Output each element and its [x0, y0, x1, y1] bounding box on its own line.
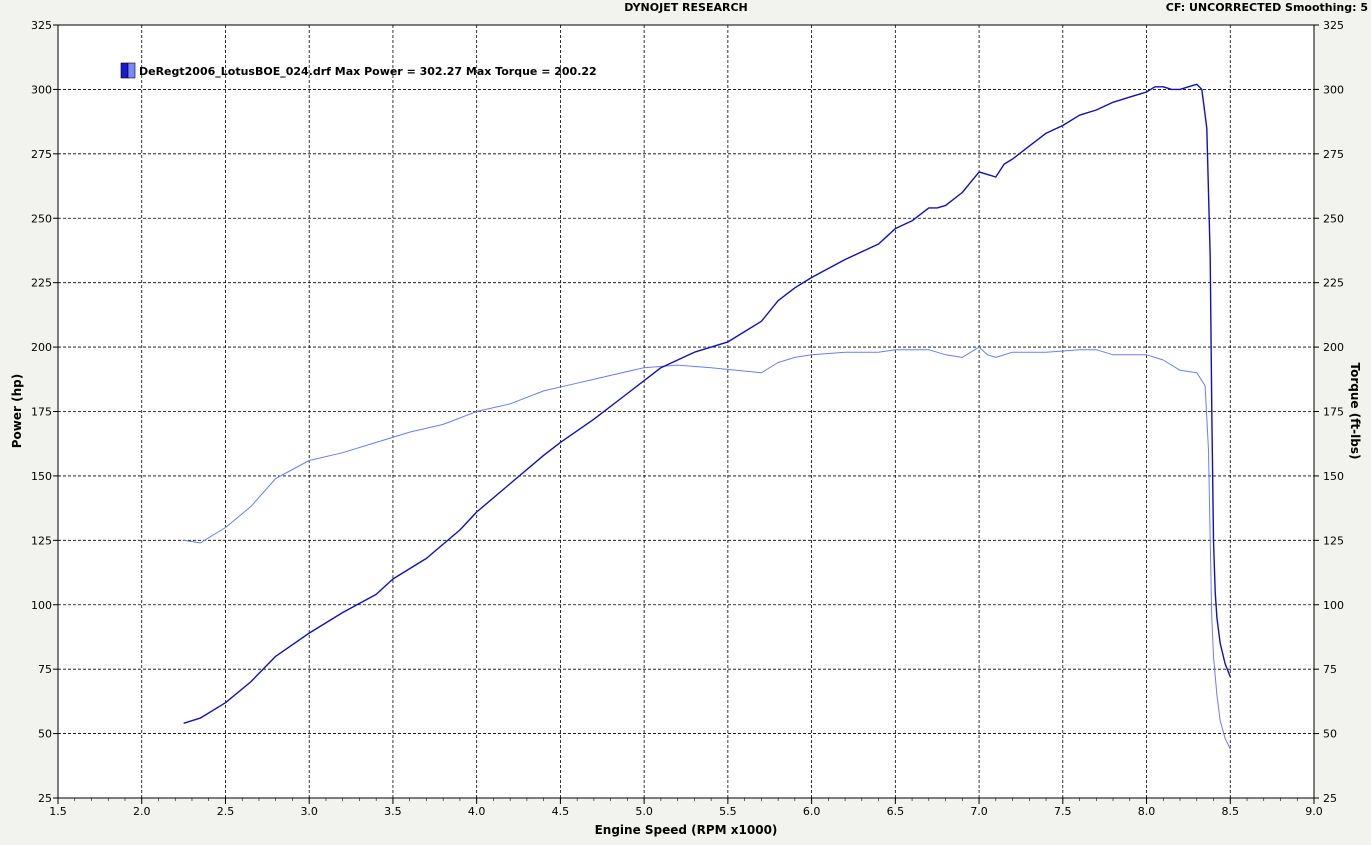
y-right-tick-label: 150 [1323, 470, 1344, 483]
y-axis-title-left: Power (hp) [10, 374, 24, 448]
x-tick-label: 5.0 [635, 805, 653, 818]
y-left-tick-label: 175 [31, 406, 52, 419]
y-left-tick-label: 300 [31, 83, 52, 96]
y-left-tick-label: 225 [31, 277, 52, 290]
y-left-tick-label: 25 [38, 792, 52, 805]
y-left-tick-label: 50 [38, 728, 52, 741]
x-tick-label: 8.5 [1222, 805, 1240, 818]
y-right-tick-label: 250 [1323, 212, 1344, 225]
legend-swatch-power [120, 62, 129, 79]
x-tick-label: 7.0 [970, 805, 988, 818]
x-tick-label: 6.0 [803, 805, 821, 818]
y-right-tick-label: 50 [1323, 728, 1337, 741]
y-right-tick-label: 25 [1323, 792, 1337, 805]
y-right-tick-label: 225 [1323, 277, 1344, 290]
x-tick-label: 3.5 [384, 805, 402, 818]
legend-text: DeRegt2006_LotusBOE_024.drf Max Power = … [139, 65, 597, 78]
y-left-tick-label: 275 [31, 148, 52, 161]
x-tick-label: 9.0 [1305, 805, 1323, 818]
y-right-tick-label: 75 [1323, 663, 1337, 676]
y-left-tick-label: 250 [31, 212, 52, 225]
x-tick-label: 2.0 [133, 805, 151, 818]
x-tick-label: 8.0 [1138, 805, 1156, 818]
y-right-tick-label: 200 [1323, 341, 1344, 354]
y-left-tick-label: 150 [31, 470, 52, 483]
dyno-chart: DYNOJET RESEARCH CF: UNCORRECTED Smoothi… [0, 0, 1371, 845]
settings-text: CF: UNCORRECTED Smoothing: 5 [1166, 1, 1368, 14]
x-tick-label: 4.5 [552, 805, 570, 818]
legend-swatch-torque [127, 62, 136, 79]
x-axis-title: Engine Speed (RPM x1000) [595, 823, 778, 837]
legend: DeRegt2006_LotusBOE_024.drf Max Power = … [120, 62, 597, 79]
y-right-tick-label: 275 [1323, 148, 1344, 161]
x-tick-label: 5.5 [719, 805, 737, 818]
x-tick-label: 1.5 [49, 805, 67, 818]
x-tick-label: 3.0 [300, 805, 318, 818]
y-left-tick-label: 100 [31, 599, 52, 612]
y-axis-title-right: Torque (ft-lbs) [1348, 363, 1362, 460]
y-right-tick-label: 125 [1323, 534, 1344, 547]
y-left-tick-label: 125 [31, 534, 52, 547]
y-right-tick-label: 300 [1323, 83, 1344, 96]
y-left-tick-label: 200 [31, 341, 52, 354]
x-tick-label: 6.5 [887, 805, 905, 818]
y-left-tick-label: 75 [38, 663, 52, 676]
y-right-tick-label: 325 [1323, 19, 1344, 32]
y-left-tick-label: 325 [31, 19, 52, 32]
y-right-tick-label: 100 [1323, 599, 1344, 612]
x-tick-label: 2.5 [217, 805, 235, 818]
y-right-tick-label: 175 [1323, 406, 1344, 419]
x-tick-label: 4.0 [468, 805, 486, 818]
chart-title: DYNOJET RESEARCH [624, 1, 747, 14]
x-tick-label: 7.5 [1054, 805, 1072, 818]
